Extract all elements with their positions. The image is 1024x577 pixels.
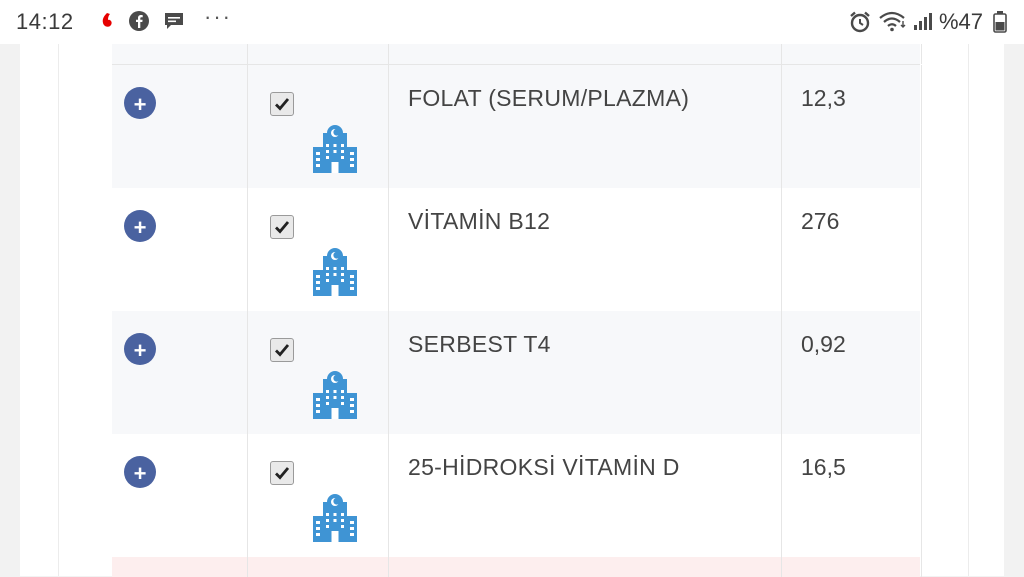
result-checkbox[interactable] <box>270 92 294 116</box>
vodafone-icon <box>96 10 118 32</box>
battery-percent: %47 <box>939 9 984 34</box>
hospital-icon <box>310 371 360 421</box>
table-row: + <box>112 434 922 557</box>
result-checkbox[interactable] <box>270 215 294 239</box>
expand-button[interactable]: + <box>124 87 156 119</box>
result-checkbox[interactable] <box>270 338 294 362</box>
expand-button[interactable]: + <box>124 456 156 488</box>
table-header-row <box>112 44 922 65</box>
test-value: 0,92 <box>801 331 846 357</box>
test-name: FOLAT (SERUM/PLAZMA) <box>408 85 690 111</box>
test-name: SERBEST T4 <box>408 331 551 357</box>
table-row: + <box>112 65 922 188</box>
hospital-icon <box>310 248 360 298</box>
signal-icon <box>912 10 934 32</box>
table-row: + <box>112 188 922 311</box>
left-gutter <box>58 44 113 576</box>
lab-results-table: + FOLAT (SERUM/PLAZMA) 12,3 + VİTAMİN B1… <box>112 44 922 577</box>
wifi-icon <box>878 10 908 32</box>
expand-button[interactable]: + <box>124 333 156 365</box>
test-name: VİTAMİN B12 <box>408 208 551 234</box>
test-value: 276 <box>801 208 840 234</box>
result-checkbox[interactable] <box>270 461 294 485</box>
table-row-partial <box>112 557 922 577</box>
status-bar: 14:12 ··· %47 <box>0 0 1024 44</box>
expand-button[interactable]: + <box>124 210 156 242</box>
hospital-icon <box>310 125 360 175</box>
more-notifications: ··· <box>204 4 232 29</box>
facebook-icon <box>128 10 150 32</box>
hospital-icon <box>310 494 360 544</box>
alarm-icon <box>848 10 870 33</box>
table-row: + <box>112 311 922 434</box>
test-name: 25-HİDROKSİ VİTAMİN D <box>408 454 680 480</box>
test-value: 16,5 <box>801 454 846 480</box>
right-gutter <box>920 44 969 576</box>
battery-icon <box>993 10 1007 33</box>
status-time: 14:12 <box>16 9 74 34</box>
message-icon <box>163 10 185 32</box>
test-value: 12,3 <box>801 85 846 111</box>
